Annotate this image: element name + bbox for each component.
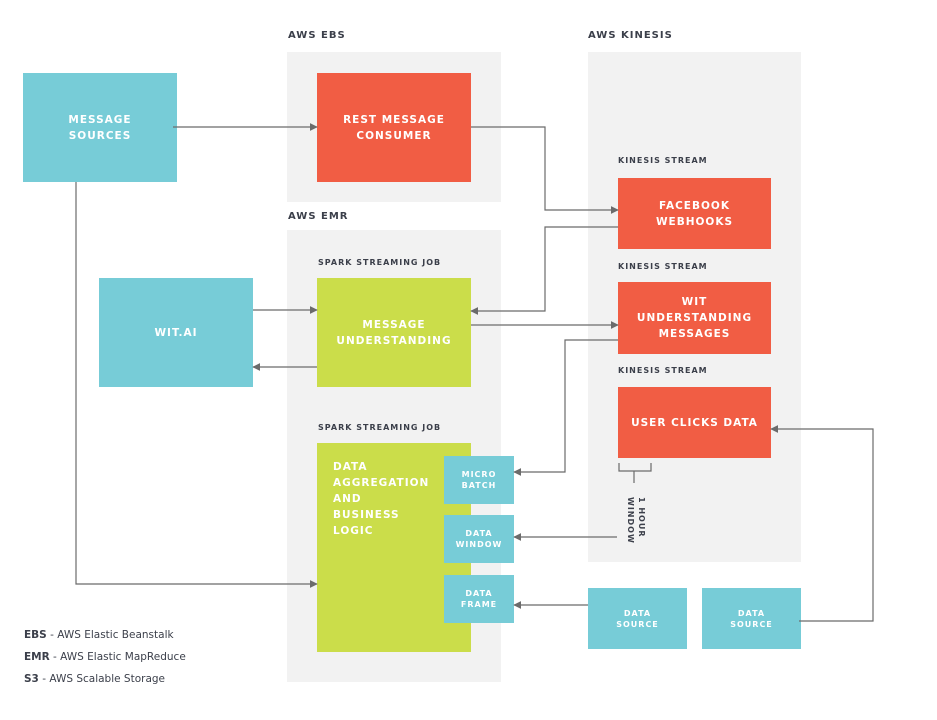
node-line: MICRO [461, 470, 497, 479]
legend-desc: - AWS Elastic Beanstalk [46, 629, 174, 641]
data-source-node[interactable]: DATA SOURCE [588, 588, 687, 649]
data-source-node[interactable]: DATA SOURCE [702, 588, 801, 649]
node-line: SOURCE [616, 619, 659, 629]
spark-streaming-job-label: SPARK STREAMING JOB [318, 423, 442, 432]
node-line: SOURCE [730, 619, 773, 629]
kinesis-group-title: AWS KINESIS [588, 30, 673, 41]
rest-message-consumer-node[interactable]: REST MESSAGE CONSUMER [317, 73, 471, 182]
wit-ai-node[interactable]: WIT.AI [99, 278, 253, 387]
facebook-webhooks-node[interactable]: FACEBOOK WEBHOOKS [618, 178, 771, 249]
node-line: WEBHOOKS [655, 215, 734, 228]
legend-item: EBS - AWS Elastic Beanstalk [24, 629, 174, 641]
node-line: MESSAGES [658, 328, 731, 340]
node-line: SOURCES [68, 129, 132, 142]
node-line: BATCH [461, 481, 497, 490]
node-line: LOGIC [333, 525, 374, 537]
node-line: FACEBOOK [659, 199, 730, 212]
message-sources-node[interactable]: MESSAGE SOURCES [23, 73, 177, 182]
node-line: USER CLICKS DATA [631, 416, 758, 429]
kinesis-stream-label: KINESIS STREAM [618, 156, 708, 165]
node-line: WIT [681, 296, 708, 308]
node-line: AGGREGATION [333, 477, 430, 489]
micro-batch-node[interactable]: MICRO BATCH [444, 456, 514, 504]
node-line: WINDOW [455, 540, 503, 549]
emr-group-title: AWS EMR [288, 211, 349, 222]
node-line: AND [333, 493, 362, 505]
legend-abbr: S3 [24, 673, 39, 685]
window-label-line2: WINDOW [626, 497, 635, 544]
node-line: BUSINESS [333, 509, 400, 521]
node-line: DATA [465, 589, 493, 598]
spark-streaming-job-label: SPARK STREAMING JOB [318, 258, 442, 267]
user-clicks-data-node[interactable]: USER CLICKS DATA [618, 387, 771, 458]
legend-desc: - AWS Elastic MapReduce [49, 651, 186, 663]
data-frame-node[interactable]: DATA FRAME [444, 575, 514, 623]
legend-abbr: EMR [24, 651, 50, 663]
legend-item: EMR - AWS Elastic MapReduce [24, 651, 186, 663]
legend-item: S3 - AWS Scalable Storage [24, 673, 165, 685]
node-line: WIT.AI [154, 326, 198, 339]
node-line: REST MESSAGE [343, 113, 445, 126]
kinesis-stream-label: KINESIS STREAM [618, 262, 708, 271]
legend-abbr: EBS [24, 629, 47, 641]
legend-desc: - AWS Scalable Storage [38, 673, 166, 685]
ebs-group-title: AWS EBS [288, 30, 346, 41]
node-line: DATA [333, 461, 368, 473]
node-line: UNDERSTANDING [336, 334, 452, 347]
window-label-line1: 1 HOUR [637, 497, 646, 538]
kinesis-stream-label: KINESIS STREAM [618, 366, 708, 375]
node-line: UNDERSTANDING [636, 312, 753, 324]
node-line: DATA [623, 608, 652, 618]
message-understanding-node[interactable]: MESSAGE UNDERSTANDING [317, 278, 471, 387]
node-line: CONSUMER [356, 129, 432, 142]
wit-understanding-messages-node[interactable]: WIT UNDERSTANDING MESSAGES [618, 282, 771, 354]
data-window-node[interactable]: DATA WINDOW [444, 515, 514, 563]
node-line: MESSAGE [362, 318, 426, 331]
window-label: 1 HOUR WINDOW [625, 497, 647, 544]
node-line: MESSAGE [68, 113, 132, 126]
node-line: DATA [465, 529, 493, 538]
node-line: DATA [737, 608, 766, 618]
node-line: FRAME [460, 600, 498, 609]
